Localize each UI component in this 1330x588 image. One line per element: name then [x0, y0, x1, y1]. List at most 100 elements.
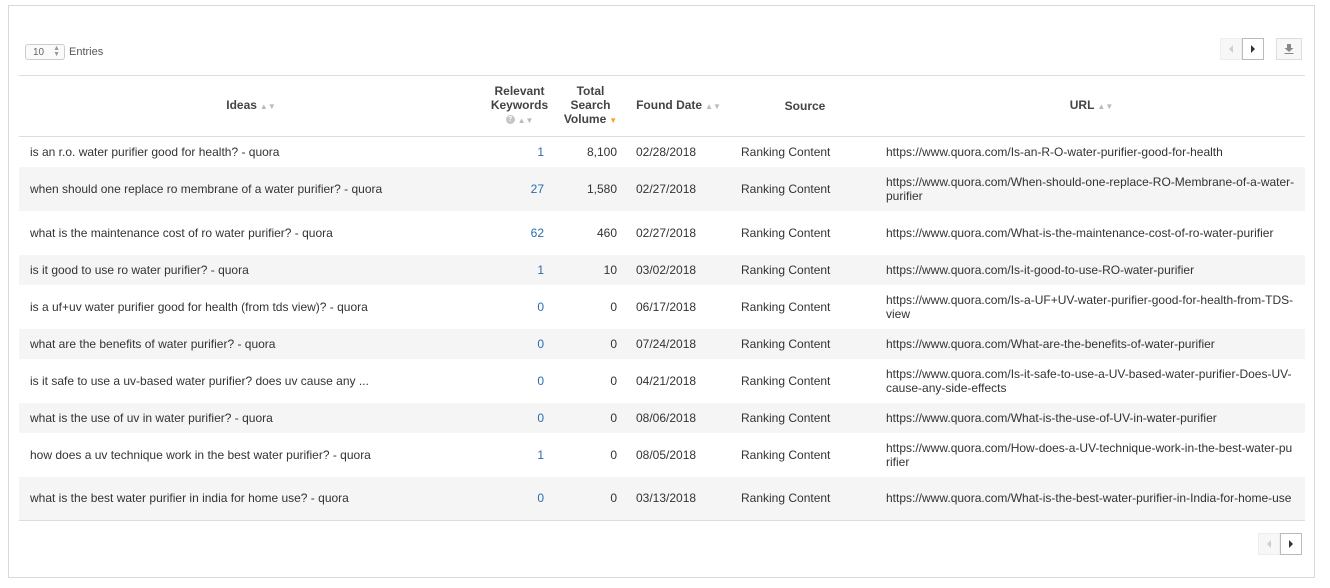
previous-page-button[interactable]: [1258, 533, 1280, 555]
idea-cell: is it good to use ro water purifier? - q…: [30, 262, 249, 277]
search-volume-cell: 8,100: [586, 144, 617, 159]
sort-icon: ▲▼: [705, 102, 721, 111]
chevron-left-icon: [1267, 540, 1271, 548]
url-cell: https://www.quora.com/What-is-the-mainte…: [886, 225, 1274, 240]
col-total-search-volume-header[interactable]: Total Search Volume ▼: [556, 76, 625, 137]
found-date-cell: 04/21/2018: [636, 373, 697, 388]
url-cell: https://www.quora.com/What-is-the-use-of…: [886, 410, 1217, 425]
table-row: what are the benefits of water purifier?…: [19, 328, 1305, 359]
col-source-label: Source: [784, 99, 826, 113]
col-total-search-volume-label-line3: Volume: [563, 112, 607, 126]
next-page-button[interactable]: [1280, 533, 1302, 555]
table-row: when should one replace ro membrane of a…: [19, 166, 1305, 211]
found-date-cell: 02/27/2018: [636, 225, 697, 240]
ideas-table: Ideas ▲▼ Relevant Keywords ? ▲▼ Total Sear…: [19, 75, 1305, 521]
search-volume-cell: 0: [610, 410, 617, 425]
relevant-keywords-link[interactable]: 0: [483, 477, 556, 521]
url-cell: https://www.quora.com/Is-it-safe-to-use-…: [886, 366, 1292, 395]
url-cell: https://www.quora.com/What-is-the-best-w…: [886, 491, 1292, 506]
search-volume-cell: 0: [610, 491, 617, 506]
relevant-keywords-link[interactable]: 1: [483, 255, 556, 285]
next-page-button[interactable]: [1242, 38, 1264, 60]
entries-per-page-value: 10: [33, 46, 45, 58]
help-icon[interactable]: ?: [505, 115, 515, 125]
search-volume-cell: 1,580: [586, 181, 617, 196]
sort-icon: ▲▼: [259, 102, 276, 111]
source-cell: Ranking Content: [741, 336, 831, 351]
source-cell: Ranking Content: [741, 262, 831, 277]
source-cell: Ranking Content: [741, 144, 831, 159]
search-volume-cell: 0: [610, 336, 617, 351]
col-relevant-keywords-header[interactable]: Relevant Keywords ? ▲▼: [483, 76, 556, 137]
url-cell: https://www.quora.com/Is-it-good-to-use-…: [886, 262, 1195, 277]
idea-cell: when should one replace ro membrane of a…: [30, 181, 383, 196]
col-found-date-header[interactable]: Found Date ▲▼: [625, 76, 732, 137]
col-relevant-keywords-label-line2: Keywords: [490, 98, 549, 112]
idea-cell: is it safe to use a uv-based water purif…: [30, 373, 369, 388]
source-cell: Ranking Content: [741, 491, 831, 506]
relevant-keywords-link[interactable]: 0: [483, 403, 556, 433]
source-cell: Ranking Content: [741, 447, 831, 462]
table-row: what is the best water purifier in india…: [19, 476, 1305, 521]
entries-control: 10 ▲ ▼ Entries: [25, 44, 103, 60]
search-volume-cell: 460: [596, 225, 617, 240]
sort-descending-icon: ▼: [609, 116, 618, 125]
relevant-keywords-link[interactable]: 1: [483, 137, 556, 167]
col-ideas-header[interactable]: Ideas ▲▼: [19, 76, 483, 137]
chevron-right-icon: [1251, 45, 1255, 53]
source-cell: Ranking Content: [741, 410, 831, 425]
url-cell: https://www.quora.com/Is-a-UF+UV-water-p…: [886, 292, 1294, 321]
relevant-keywords-link[interactable]: 27: [483, 167, 556, 211]
idea-cell: what is the maintenance cost of ro water…: [30, 225, 333, 240]
entries-label: Entries: [69, 46, 104, 58]
relevant-keywords-link[interactable]: 0: [483, 329, 556, 359]
url-cell: https://www.quora.com/When-should-one-re…: [886, 174, 1295, 203]
select-spinner-icon: ▲ ▼: [53, 45, 60, 58]
source-cell: Ranking Content: [741, 225, 831, 240]
col-url-header[interactable]: URL ▲▼: [878, 76, 1305, 137]
relevant-keywords-link[interactable]: 0: [483, 359, 556, 403]
source-cell: Ranking Content: [741, 373, 831, 388]
search-volume-cell: 0: [610, 299, 617, 314]
download-icon: [1284, 44, 1294, 54]
found-date-cell: 02/28/2018: [636, 144, 697, 159]
entries-per-page-select[interactable]: 10 ▲ ▼: [25, 44, 65, 60]
sort-icon: ▲▼: [517, 116, 534, 125]
found-date-cell: 08/06/2018: [636, 410, 697, 425]
url-cell: https://www.quora.com/What-are-the-benef…: [886, 336, 1215, 351]
search-volume-cell: 0: [610, 447, 617, 462]
col-relevant-keywords-label-line1: Relevant: [494, 84, 545, 98]
table-row: is it safe to use a uv-based water purif…: [19, 358, 1305, 403]
found-date-cell: 02/27/2018: [636, 181, 697, 196]
idea-cell: is a uf+uv water purifier good for healt…: [30, 299, 368, 314]
idea-cell: how does a uv technique work in the best…: [30, 447, 371, 462]
table-row: is an r.o. water purifier good for healt…: [19, 136, 1305, 167]
table-header-row: Ideas ▲▼ Relevant Keywords ? ▲▼ Total Sear…: [19, 75, 1305, 137]
table-row: what is the use of uv in water purifier?…: [19, 402, 1305, 433]
col-total-search-volume-label-line2: Search: [570, 98, 611, 112]
found-date-cell: 06/17/2018: [636, 299, 697, 314]
relevant-keywords-link[interactable]: 1: [483, 433, 556, 477]
chevron-right-icon: [1289, 540, 1293, 548]
idea-cell: what is the use of uv in water purifier?…: [30, 410, 273, 425]
url-cell: https://www.quora.com/Is-an-R-O-water-pu…: [886, 144, 1223, 159]
download-button[interactable]: [1276, 38, 1302, 60]
found-date-cell: 03/13/2018: [636, 491, 697, 506]
top-pagination: [1220, 38, 1302, 60]
col-found-date-label: Found Date: [636, 98, 703, 112]
url-cell: https://www.quora.com/How-does-a-UV-tech…: [886, 440, 1293, 469]
idea-cell: is an r.o. water purifier good for healt…: [30, 144, 280, 159]
col-total-search-volume-label-line1: Total: [576, 84, 605, 98]
table-row: what is the maintenance cost of ro water…: [19, 210, 1305, 255]
chevron-left-icon: [1229, 45, 1233, 53]
col-url-label: URL: [1069, 98, 1095, 112]
table-row: is a uf+uv water purifier good for healt…: [19, 284, 1305, 329]
relevant-keywords-link[interactable]: 0: [483, 285, 556, 329]
found-date-cell: 03/02/2018: [636, 262, 697, 277]
relevant-keywords-link[interactable]: 62: [483, 211, 556, 255]
idea-cell: what are the benefits of water purifier?…: [30, 336, 276, 351]
sort-icon: ▲▼: [1097, 102, 1114, 111]
col-source-header: Source: [732, 76, 878, 137]
previous-page-button[interactable]: [1220, 38, 1242, 60]
col-ideas-label: Ideas: [226, 98, 257, 112]
